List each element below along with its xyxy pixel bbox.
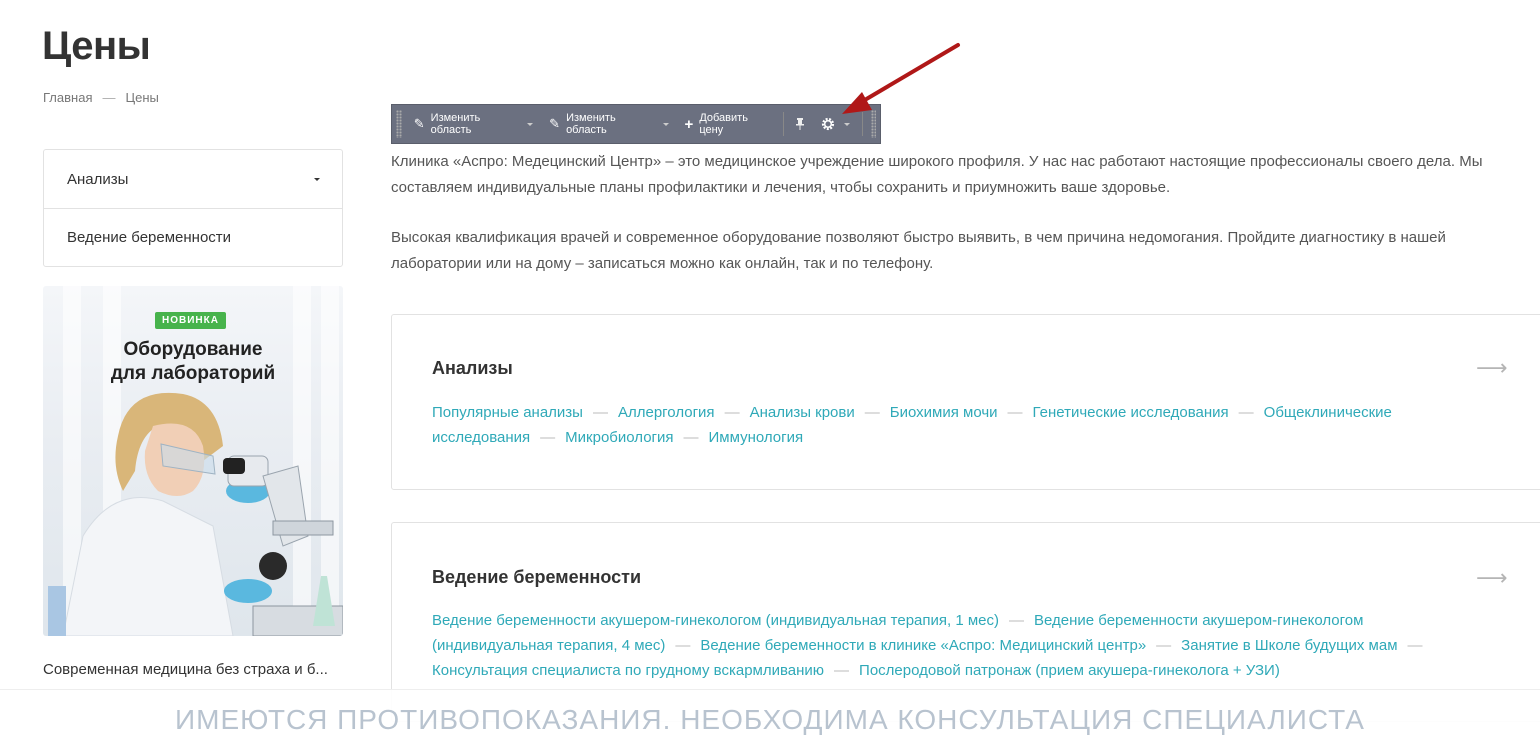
section-title[interactable]: Анализы [432, 358, 513, 379]
section-link[interactable]: Аллергология [618, 404, 715, 421]
pin-button[interactable] [788, 105, 812, 143]
drag-handle-icon[interactable] [396, 110, 402, 138]
scientist-microscope-image [48, 392, 343, 636]
section-links: Ведение беременности акушером-гинеколого… [432, 612, 1423, 679]
toolbar-divider [783, 112, 785, 136]
edit-area-label: Изменить область [566, 112, 616, 136]
intro-text: Клиника «Аспро: Медецинский Центр» – это… [391, 149, 1531, 277]
sidebar-item-label: Анализы [67, 170, 129, 188]
chevron-down-icon[interactable] [527, 122, 534, 126]
chevron-down-icon[interactable] [844, 122, 851, 126]
toolbar-divider [862, 112, 864, 136]
sidebar-description: Современная медицина без страха и б... [43, 661, 328, 678]
settings-button[interactable] [812, 105, 858, 143]
section-link[interactable]: Послеродовой патронаж (прием акушера-гин… [859, 662, 1280, 679]
promo-banner[interactable]: НОВИНКА Оборудование для лабораторий [43, 286, 343, 636]
breadcrumb-home[interactable]: Главная [43, 90, 92, 105]
add-price-label: Добавить цену [699, 112, 748, 136]
sidebar-item-analyses[interactable]: Анализы [44, 150, 342, 208]
chevron-down-icon[interactable] [314, 177, 320, 181]
add-price-button[interactable]: + Добавить цену [677, 105, 780, 143]
edit-area-button[interactable]: ✎ Изменить область [406, 105, 541, 143]
breadcrumb-separator: — [102, 90, 116, 105]
sidebar-menu: Анализы Ведение беременности [43, 149, 343, 267]
section-link[interactable]: Анализы крови [750, 404, 855, 421]
section-link[interactable]: Консультация специалиста по грудному вск… [432, 662, 824, 679]
sidebar-item-label: Ведение беременности [67, 229, 232, 246]
section-title[interactable]: Ведение беременности [432, 567, 641, 588]
arrow-right-icon[interactable]: ⟶ [1476, 565, 1508, 591]
pencil-icon: ✎ [549, 116, 561, 131]
edit-area-button-2[interactable]: ✎ Изменить область [541, 105, 676, 143]
section-links: Популярные анализы — Аллергология — Анализы … [432, 404, 1392, 446]
section-link[interactable]: Популярные анализы [432, 404, 583, 421]
edit-area-label: Изменить область [430, 112, 481, 136]
section-link[interactable]: Ведение беременности акушером-гинеколого… [432, 612, 999, 629]
page-title: Цены [42, 24, 151, 68]
intro-paragraph: Высокая квалификация врачей и современно… [391, 229, 1446, 272]
section-link[interactable]: Ведение беременности в клинике «Аспро: М… [700, 637, 1146, 654]
plus-icon: + [684, 115, 694, 133]
gear-icon [822, 117, 835, 131]
contraindications-warning: ИМЕЮТСЯ ПРОТИВОПОКАЗАНИЯ. НЕОБХОДИМА КОН… [0, 689, 1540, 744]
section-link[interactable]: Микробиология [565, 429, 673, 446]
breadcrumb-current: Цены [125, 90, 159, 105]
arrow-right-icon[interactable]: ⟶ [1476, 355, 1508, 381]
breadcrumb: Главная — Цены [43, 90, 159, 105]
intro-paragraph: Клиника «Аспро: Медецинский Центр» – это… [391, 153, 1483, 196]
section-link[interactable]: Занятие в Школе будущих мам [1181, 637, 1397, 654]
pin-icon [796, 118, 805, 130]
pencil-icon: ✎ [413, 116, 425, 131]
admin-toolbar: ✎ Изменить область ✎ Изменить область + … [391, 104, 881, 144]
section-link[interactable]: Биохимия мочи [890, 404, 998, 421]
section-card-analyses[interactable]: Анализы ⟶ Популярные анализы — Аллергологи… [391, 314, 1540, 490]
section-link[interactable]: Генетические исследования [1033, 404, 1229, 421]
chevron-down-icon[interactable] [662, 122, 669, 126]
section-link[interactable]: Иммунология [709, 429, 804, 446]
drag-handle-icon[interactable] [871, 110, 876, 138]
sidebar-item-pregnancy[interactable]: Ведение беременности [44, 208, 342, 266]
